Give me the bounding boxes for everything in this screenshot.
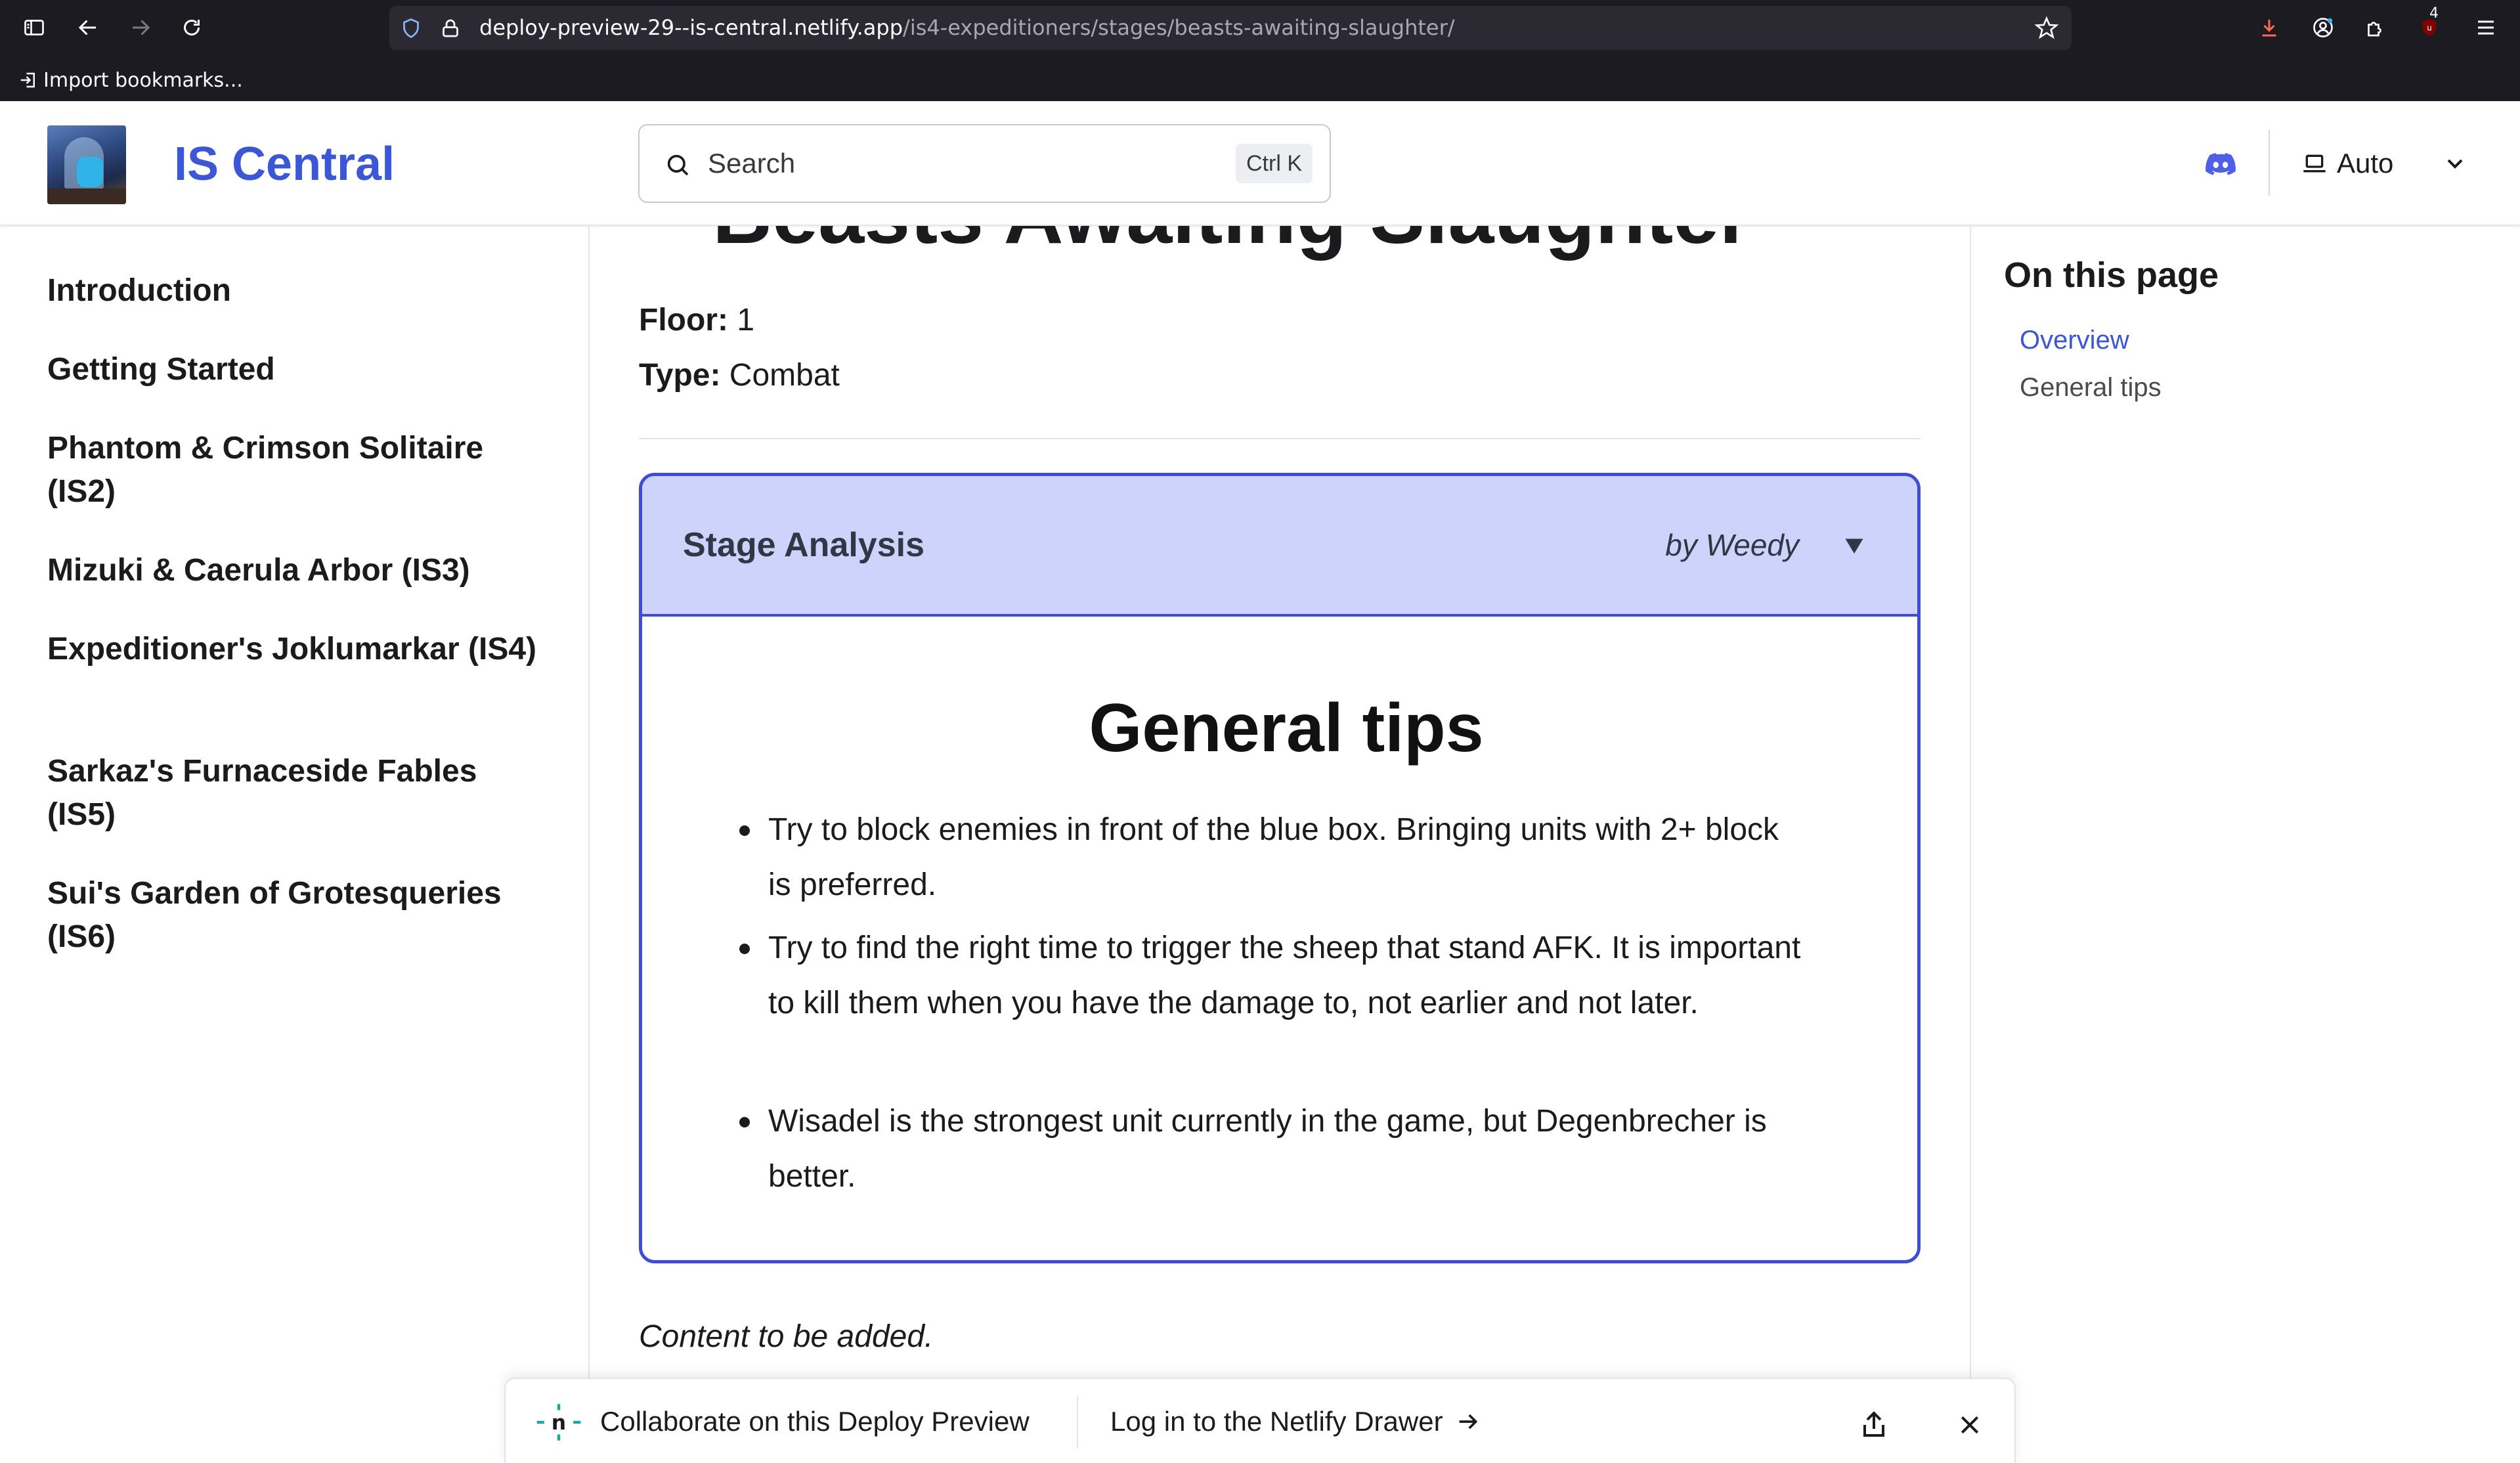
netlify-logo-icon: n [536, 1404, 581, 1441]
extension-badge: 4 [2429, 5, 2439, 22]
toc-link-overview[interactable]: Overview [2020, 326, 2129, 355]
floor-label: Floor: [639, 303, 728, 338]
type-value: Combat [729, 358, 840, 393]
tip-text: Try to block enemies in front of the blu… [768, 812, 1779, 902]
extensions-puzzle-icon[interactable] [2356, 8, 2395, 47]
forward-arrow-icon[interactable] [121, 8, 160, 47]
login-link-label: Log in to the Netlify Drawer [1110, 1406, 1443, 1437]
sidebar-item-is6[interactable]: Sui's Garden of Grotesqueries (IS6) [47, 872, 546, 959]
search-icon [667, 154, 689, 176]
hamburger-menu-icon[interactable] [2466, 8, 2506, 47]
url-bar[interactable]: deploy-preview-29--is-central.netlify.ap… [389, 6, 2072, 50]
site-logo[interactable] [47, 125, 126, 204]
url-text[interactable]: deploy-preview-29--is-central.netlify.ap… [479, 6, 1455, 50]
search-shortcut-hint: Ctrl K [1236, 144, 1313, 183]
general-tips-heading: General tips [1089, 690, 1484, 766]
chevron-down-icon [2447, 159, 2463, 169]
toc-title: On this page [2004, 255, 2219, 295]
back-arrow-icon[interactable] [68, 8, 108, 47]
stage-analysis-header[interactable]: Stage Analysis by Weedy [642, 476, 1917, 617]
page-title: Beasts Awaiting Slaughter [712, 226, 1751, 262]
type-label: Type: [639, 358, 721, 393]
discord-icon[interactable] [2204, 147, 2238, 181]
list-item: Try to block enemies in front of the blu… [739, 802, 1806, 913]
content-placeholder: Content to be added. [639, 1319, 934, 1354]
bullet-icon [739, 944, 750, 954]
tip-text: Try to find the right time to trigger th… [768, 930, 1801, 1020]
sidebar-item-introduction[interactable]: Introduction [47, 269, 546, 313]
drawer-divider [1077, 1396, 1078, 1449]
svg-text:u: u [2427, 24, 2432, 33]
sidebar-item-is4[interactable]: Expeditioner's Joklumarkar (IS4) [47, 628, 546, 671]
netlify-drawer-bar: n Collaborate on this Deploy Preview Log… [504, 1378, 2016, 1463]
theme-select[interactable]: Auto [2301, 137, 2468, 190]
sidebar-item-is5[interactable]: Sarkaz's Furnaceside Fables (IS5) [47, 750, 546, 837]
import-bookmarks-button[interactable]: Import bookmarks... [18, 66, 243, 95]
main-content: Beasts Awaiting Slaughter Floor: 1 Type:… [591, 226, 1970, 1463]
list-item: Wisadel is the strongest unit currently … [739, 1094, 1806, 1204]
sidebar-toggle-icon[interactable] [14, 8, 54, 47]
stage-analysis-title: Stage Analysis [683, 526, 925, 564]
collaborate-label: Collaborate on this Deploy Preview [600, 1406, 1030, 1437]
table-of-contents: On this page Overview General tips [1970, 226, 2520, 1463]
url-path: /is4-expeditioners/stages/beasts-awaitin… [903, 15, 1455, 40]
arrow-right-icon [1459, 1414, 1477, 1430]
url-host: deploy-preview-29--is-central.netlify.ap… [479, 15, 903, 40]
account-icon[interactable] [2303, 8, 2343, 47]
bookmark-star-icon[interactable] [2033, 15, 2060, 41]
lock-icon[interactable] [439, 16, 462, 40]
collapse-triangle-icon[interactable] [1842, 534, 1866, 557]
toc-link-general-tips[interactable]: General tips [2020, 373, 2162, 403]
downloads-icon[interactable] [2249, 8, 2289, 47]
netlify-login-link[interactable]: Log in to the Netlify Drawer [1110, 1399, 1481, 1445]
search-placeholder: Search [708, 148, 796, 179]
theme-label: Auto [2337, 148, 2394, 179]
laptop-icon [2303, 154, 2326, 173]
list-item: Try to find the right time to trigger th… [739, 921, 1806, 1031]
reload-icon[interactable] [172, 8, 211, 47]
divider [639, 438, 1921, 439]
shield-icon[interactable] [399, 16, 423, 40]
bullet-icon [739, 825, 750, 836]
stage-analysis-author: by Weedy [1665, 528, 1799, 562]
svg-text:n: n [552, 1411, 566, 1435]
import-icon [20, 72, 35, 88]
share-icon[interactable] [1858, 1409, 1890, 1441]
bullet-icon [739, 1117, 750, 1127]
sidebar-nav: Introduction Getting Started Phantom & C… [0, 226, 590, 1463]
bookmarks-toolbar: Import bookmarks... [0, 60, 2520, 100]
import-bookmarks-label: Import bookmarks... [43, 68, 243, 92]
floor-line: Floor: 1 [639, 302, 754, 338]
site-title[interactable]: IS Central [174, 137, 395, 191]
sidebar-item-getting-started[interactable]: Getting Started [47, 348, 546, 391]
floor-value: 1 [737, 303, 755, 338]
type-line: Type: Combat [639, 357, 840, 393]
tip-text: Wisadel is the strongest unit currently … [768, 1104, 1767, 1194]
site-navbar: IS Central Search Ctrl K Auto [0, 101, 2520, 226]
search-button[interactable]: Search Ctrl K [638, 124, 1331, 203]
browser-chrome: deploy-preview-29--is-central.netlify.ap… [0, 0, 2520, 101]
sidebar-item-is2[interactable]: Phantom & Crimson Solitaire (IS2) [47, 427, 546, 513]
navbar-divider [2269, 130, 2270, 196]
close-icon[interactable] [1957, 1412, 1983, 1438]
sidebar-item-is3[interactable]: Mizuki & Caerula Arbor (IS3) [47, 549, 546, 592]
